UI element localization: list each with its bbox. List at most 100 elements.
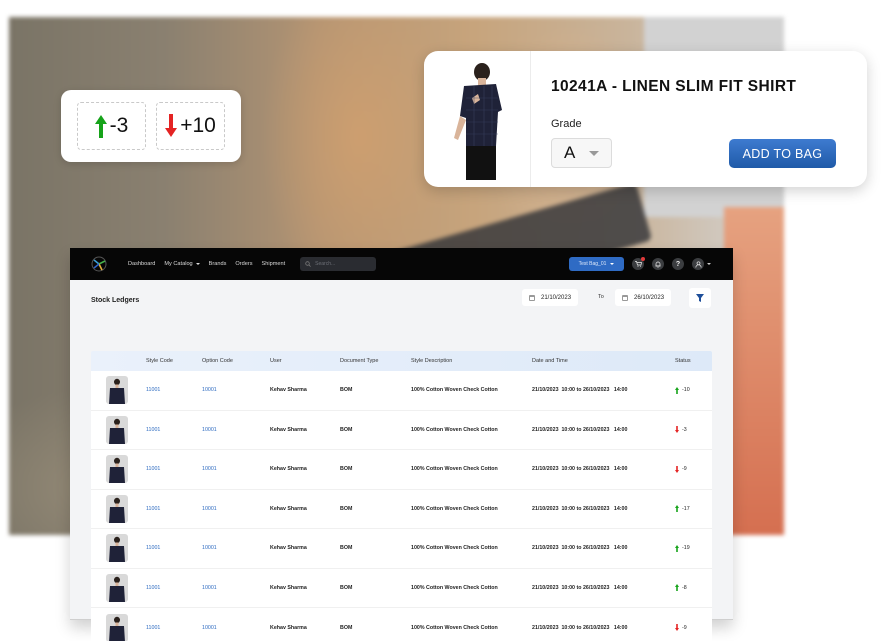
arrow-down-icon bbox=[675, 465, 679, 473]
table-row[interactable]: 11001 10001 Kehav Sharma BOM 100% Cotton… bbox=[91, 608, 712, 641]
arrow-up-icon bbox=[675, 505, 679, 513]
datetime-cell: 21/10/2023 10:00 to 26/10/2023 14:00 bbox=[532, 466, 628, 473]
chevron-down-icon[interactable] bbox=[707, 263, 711, 265]
col-status: Status bbox=[675, 358, 691, 364]
add-to-bag-button[interactable]: ADD TO BAG bbox=[729, 139, 836, 168]
option-code-link[interactable]: 10001 bbox=[202, 427, 270, 433]
col-option-code: Option Code bbox=[202, 358, 233, 364]
bell-icon[interactable] bbox=[652, 258, 664, 270]
nav-orders[interactable]: Orders bbox=[235, 261, 252, 267]
datetime-cell: 21/10/2023 10:00 to 26/10/2023 14:00 bbox=[532, 505, 628, 512]
grade-select[interactable]: A bbox=[551, 138, 612, 168]
status-value: -8 bbox=[682, 584, 687, 591]
arrow-down-icon bbox=[675, 624, 679, 632]
table-row[interactable]: 11001 10001 Kehav Sharma BOM 100% Cotton… bbox=[91, 371, 712, 411]
table-row[interactable]: 11001 10001 Kehav Sharma BOM 100% Cotton… bbox=[91, 411, 712, 450]
stock-chip-value: -3 bbox=[109, 114, 129, 137]
product-thumbnail bbox=[106, 376, 128, 405]
status-badge: -19 bbox=[675, 544, 712, 552]
grade-label: Grade bbox=[551, 118, 582, 130]
option-code-link[interactable]: 10001 bbox=[202, 545, 270, 551]
help-icon[interactable]: ? bbox=[672, 258, 684, 270]
chevron-down-icon bbox=[195, 262, 200, 265]
style-code-link[interactable]: 11001 bbox=[146, 466, 202, 472]
table-row[interactable]: 11001 10001 Kehav Sharma BOM 100% Cotton… bbox=[91, 450, 712, 490]
product-thumbnail bbox=[106, 613, 128, 641]
datetime-cell: 21/10/2023 10:00 to 26/10/2023 14:00 bbox=[532, 545, 628, 552]
style-code-link[interactable]: 11001 bbox=[146, 585, 202, 591]
description-cell: 100% Cotton Woven Check Cotton bbox=[411, 545, 498, 552]
nav-my-catalog[interactable]: My Catalog bbox=[164, 261, 200, 267]
option-code-link[interactable]: 10001 bbox=[202, 387, 270, 393]
status-value: -17 bbox=[682, 505, 690, 512]
option-code-link[interactable]: 10001 bbox=[202, 625, 270, 631]
store-selector[interactable]: Test Bag_01 bbox=[569, 257, 624, 271]
cart-badge bbox=[641, 257, 645, 261]
description-cell: 100% Cotton Woven Check Cotton bbox=[411, 426, 498, 433]
document-type-cell: BOM bbox=[340, 545, 353, 552]
product-title: 10241A - LINEN SLIM FIT SHIRT bbox=[551, 78, 797, 95]
calendar-icon bbox=[529, 294, 535, 301]
option-code-link[interactable]: 10001 bbox=[202, 466, 270, 472]
option-code-link[interactable]: 10001 bbox=[202, 585, 270, 591]
table-row[interactable]: 11001 10001 Kehav Sharma BOM 100% Cotton… bbox=[91, 490, 712, 529]
style-code-link[interactable]: 11001 bbox=[146, 427, 202, 433]
page-title: Stock Ledgers bbox=[91, 297, 140, 304]
arrow-up-icon bbox=[675, 544, 679, 552]
cart-icon[interactable] bbox=[632, 257, 645, 270]
app-logo-icon[interactable] bbox=[90, 255, 108, 273]
description-cell: 100% Cotton Woven Check Cotton bbox=[411, 584, 498, 591]
table-row[interactable]: 11001 10001 Kehav Sharma BOM 100% Cotton… bbox=[91, 529, 712, 569]
top-navbar: Dashboard My Catalog Brands Orders Shipm… bbox=[70, 248, 733, 280]
status-badge: -9 bbox=[675, 624, 712, 632]
chevron-down-icon bbox=[610, 263, 615, 265]
user-cell: Kehav Sharma bbox=[270, 584, 307, 591]
stock-ledger-table: Style Code Option Code User Document Typ… bbox=[91, 351, 712, 641]
nav-shipment[interactable]: Shipment bbox=[262, 261, 286, 267]
style-code-link[interactable]: 11001 bbox=[146, 387, 202, 393]
to-label: To bbox=[598, 294, 604, 300]
user-cell: Kehav Sharma bbox=[270, 387, 307, 394]
document-type-cell: BOM bbox=[340, 505, 353, 512]
filter-button[interactable] bbox=[689, 288, 711, 308]
date-to-field[interactable]: 26/10/2023 bbox=[615, 289, 672, 306]
user-cell: Kehav Sharma bbox=[270, 545, 307, 552]
col-style-code: Style Code bbox=[146, 358, 173, 364]
col-style-description: Style Description bbox=[411, 358, 453, 364]
model-shirt-icon bbox=[454, 63, 502, 180]
arrow-down-icon bbox=[675, 426, 679, 434]
nav-brands[interactable]: Brands bbox=[209, 261, 227, 267]
search-icon bbox=[305, 261, 312, 267]
datetime-cell: 21/10/2023 10:00 to 26/10/2023 14:00 bbox=[532, 426, 628, 433]
table-body: 11001 10001 Kehav Sharma BOM 100% Cotton… bbox=[91, 371, 712, 641]
arrow-up-icon bbox=[675, 386, 679, 394]
product-card: 10241A - LINEN SLIM FIT SHIRT Grade A AD… bbox=[424, 51, 867, 187]
style-code-link[interactable]: 11001 bbox=[146, 625, 202, 631]
description-cell: 100% Cotton Woven Check Cotton bbox=[411, 387, 498, 394]
col-date-time: Date and Time bbox=[532, 358, 568, 364]
description-cell: 100% Cotton Woven Check Cotton bbox=[411, 466, 498, 473]
search-input[interactable]: Search... bbox=[300, 257, 377, 271]
document-type-cell: BOM bbox=[340, 426, 353, 433]
filter-icon bbox=[696, 294, 704, 302]
search-placeholder: Search... bbox=[315, 261, 336, 267]
document-type-cell: BOM bbox=[340, 387, 353, 394]
table-row[interactable]: 11001 10001 Kehav Sharma BOM 100% Cotton… bbox=[91, 569, 712, 608]
datetime-cell: 21/10/2023 10:00 to 26/10/2023 14:00 bbox=[532, 584, 628, 591]
style-code-link[interactable]: 11001 bbox=[146, 506, 202, 512]
table-header: Style Code Option Code User Document Typ… bbox=[91, 351, 712, 371]
user-cell: Kehav Sharma bbox=[270, 466, 307, 473]
style-code-link[interactable]: 11001 bbox=[146, 545, 202, 551]
user-icon[interactable] bbox=[692, 258, 704, 270]
status-badge: -17 bbox=[675, 505, 712, 513]
chevron-down-icon bbox=[589, 150, 600, 156]
product-image bbox=[424, 51, 531, 187]
status-badge: -10 bbox=[675, 386, 712, 394]
col-document-type: Document Type bbox=[340, 358, 379, 364]
date-from-field[interactable]: 21/10/2023 bbox=[522, 289, 579, 306]
grade-value: A bbox=[564, 143, 576, 162]
nav-dashboard[interactable]: Dashboard bbox=[128, 261, 155, 267]
description-cell: 100% Cotton Woven Check Cotton bbox=[411, 624, 498, 631]
option-code-link[interactable]: 10001 bbox=[202, 506, 270, 512]
product-thumbnail bbox=[106, 415, 128, 444]
